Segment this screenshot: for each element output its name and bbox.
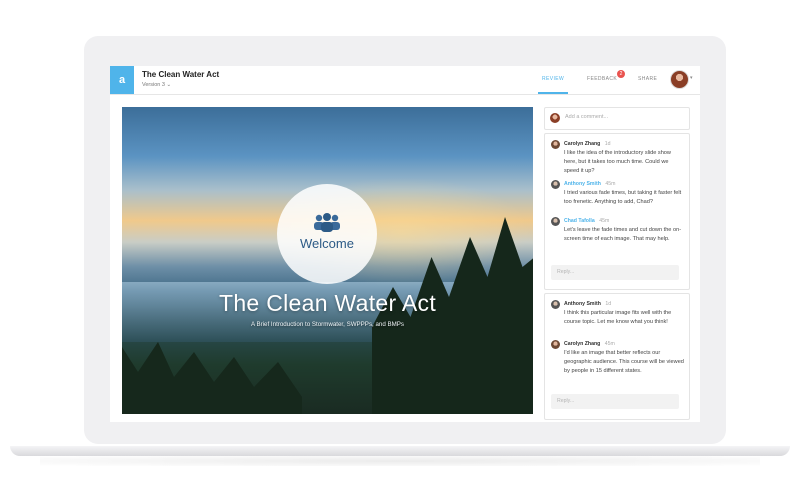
- comment-header: Carolyn Zhang 45m: [564, 341, 615, 347]
- top-bar: a The Clean Water Act Version 3 ⌄ REVIEW…: [110, 66, 700, 95]
- laptop-shadow: [40, 456, 760, 466]
- comment-thread: Carolyn Zhang 1d I like the idea of the …: [544, 133, 690, 290]
- avatar: [550, 113, 560, 123]
- tab-share[interactable]: SHARE: [638, 76, 657, 82]
- comment-author: Carolyn Zhang: [564, 141, 601, 147]
- avatar: [551, 300, 560, 309]
- comment-header: Anthony Smith 45m: [564, 181, 615, 187]
- comment-time: 1d: [604, 141, 611, 147]
- comment-thread: Anthony Smith 1d I think this particular…: [544, 293, 690, 420]
- document-title: The Clean Water Act: [142, 70, 220, 79]
- app-logo[interactable]: a: [110, 66, 134, 94]
- add-comment-box[interactable]: Add a comment...: [544, 107, 690, 130]
- comment-header: Carolyn Zhang 1d: [564, 141, 611, 147]
- comment-author: Anthony Smith: [564, 181, 601, 187]
- comment-text: I think this particular image fits well …: [564, 310, 672, 325]
- comments-panel: Add a comment... Carolyn Zhang 1d I like…: [544, 107, 690, 422]
- version-selector[interactable]: Version 3 ⌄: [142, 82, 171, 88]
- reply-input[interactable]: Reply...: [551, 265, 679, 280]
- welcome-button[interactable]: Welcome: [277, 184, 377, 284]
- comment-author: Carolyn Zhang: [564, 341, 601, 347]
- people-group-icon: [314, 213, 340, 232]
- chevron-down-icon[interactable]: ▾: [690, 75, 693, 81]
- comment-text: I'd like an image that better reflects o…: [564, 350, 684, 374]
- comment-text: I tried various fade times, but taking i…: [564, 190, 682, 205]
- reply-input[interactable]: Reply...: [551, 394, 679, 409]
- add-comment-input[interactable]: Add a comment...: [565, 114, 608, 120]
- comment-time: 45m: [605, 181, 616, 187]
- trees-left: [122, 342, 302, 414]
- avatar: [551, 340, 560, 349]
- comment-time: 45m: [599, 218, 610, 224]
- welcome-label: Welcome: [300, 236, 354, 251]
- comment-text: I like the idea of the introductory slid…: [564, 150, 671, 174]
- avatar: [551, 180, 560, 189]
- reply-placeholder: Reply...: [557, 269, 575, 275]
- comment-time: 1d: [605, 301, 612, 307]
- comment-text: Let's leave the fade times and cut down …: [564, 227, 682, 242]
- slide-preview: Welcome The Clean Water Act A Brief Intr…: [122, 107, 533, 414]
- reply-placeholder: Reply...: [557, 398, 575, 404]
- feedback-count-badge: 2: [617, 70, 625, 78]
- slide-subtitle: A Brief Introduction to Stormwater, SWPP…: [250, 321, 405, 328]
- comment-author: Chad Tafolla: [564, 218, 595, 224]
- slide-title: The Clean Water Act: [218, 290, 437, 316]
- comment-author: Anthony Smith: [564, 301, 601, 307]
- laptop-base: [10, 446, 790, 456]
- avatar: [551, 140, 560, 149]
- user-avatar[interactable]: [670, 70, 689, 89]
- avatar: [551, 217, 560, 226]
- comment-header: Anthony Smith 1d: [564, 301, 611, 307]
- active-tab-indicator: [538, 92, 568, 94]
- comment-header: Chad Tafolla 45m: [564, 218, 609, 224]
- comment-time: 45m: [604, 341, 615, 347]
- app-window: a The Clean Water Act Version 3 ⌄ REVIEW…: [110, 66, 700, 422]
- tab-review[interactable]: REVIEW: [542, 76, 564, 82]
- tab-feedback[interactable]: FEEDBACK: [587, 76, 617, 82]
